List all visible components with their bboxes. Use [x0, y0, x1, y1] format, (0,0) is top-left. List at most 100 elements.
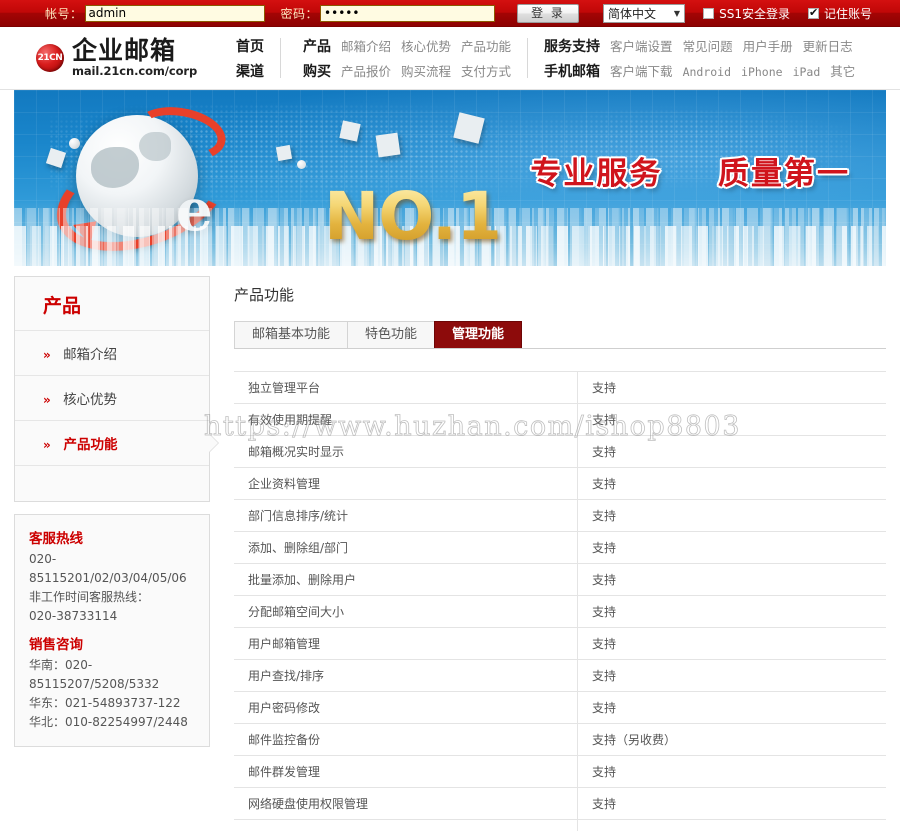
nav-link-payment[interactable]: 支付方式: [461, 61, 511, 80]
sphere-icon-3: [297, 160, 306, 169]
feature-value-cell: 支持: [592, 765, 617, 779]
banner-slogan-left: 专业服务: [530, 156, 663, 192]
nav-link-core-advantage[interactable]: 核心优势: [401, 36, 451, 55]
nav-link-faq[interactable]: 常见问题: [683, 36, 733, 55]
nav-group-support-mobile: 服务支持 客户端设置 常见问题 用户手册 更新日志 手机邮箱 客户端下载 And…: [544, 36, 855, 80]
page-title: 产品功能: [234, 286, 295, 304]
nav-row-buy: 购买 产品报价 购买流程 支付方式: [303, 61, 511, 80]
tab-special-features[interactable]: 特色功能: [347, 321, 436, 348]
contact-info-box: 客服热线 020-85115201/02/03/04/05/06 非工作时间客服…: [14, 514, 210, 747]
nav-head-mobile-mail[interactable]: 手机邮箱: [544, 61, 600, 81]
nav-link-client-download[interactable]: 客户端下载: [610, 61, 673, 80]
feature-value-cell: 支持: [592, 541, 617, 555]
sidebar: 产品 » 邮箱介绍 » 核心优势 » 产品功能 客服热线 020-8511520…: [14, 276, 218, 831]
nav-head-buy[interactable]: 购买: [303, 61, 331, 81]
sidebar-item-mailbox-intro[interactable]: » 邮箱介绍: [15, 330, 209, 375]
logo-domain: mail.21cn.com/corp: [72, 64, 198, 79]
feature-value-cell: 支持: [592, 381, 617, 395]
nav-item-channel[interactable]: 渠道: [236, 61, 264, 81]
nav-link-price[interactable]: 产品报价: [341, 61, 391, 80]
nav-link-ipad[interactable]: iPad: [793, 65, 821, 79]
sidebar-item-product-features[interactable]: » 产品功能: [15, 420, 218, 465]
feature-name-cell: 邮件群发管理: [234, 755, 578, 788]
table-row: 邮箱概况实时显示 支持: [234, 435, 886, 468]
remember-account-checkbox[interactable]: 记住账号: [807, 5, 872, 22]
nav-link-buy-process[interactable]: 购买流程: [401, 61, 451, 80]
feature-name-cell: 独立管理平台: [234, 371, 578, 404]
nav-link-iphone[interactable]: iPhone: [741, 65, 783, 79]
sidebar-item-core-advantage[interactable]: » 核心优势: [15, 375, 209, 420]
feature-name-cell: 网络硬盘使用权限管理: [234, 787, 578, 820]
nav-link-user-manual[interactable]: 用户手册: [743, 36, 793, 55]
nav-row-channel: 渠道: [236, 61, 264, 80]
nav-link-other[interactable]: 其它: [830, 61, 855, 80]
sidebar-item-label: 产品功能: [63, 437, 118, 453]
hotline-title: 客服热线: [29, 531, 83, 547]
feature-name-cell: 批量添加、删除用户: [234, 563, 578, 596]
feature-name-cell: 分配邮箱空间大小: [234, 595, 578, 628]
feature-name-cell: 企业资料管理: [234, 467, 578, 500]
login-options: SS1安全登录 记住账号: [703, 5, 890, 22]
nav-link-product-features[interactable]: 产品功能: [461, 36, 511, 55]
nav-divider-1: [280, 38, 281, 78]
table-row: 邮件群发管理 支持: [234, 755, 886, 788]
nav-divider-2: [527, 38, 529, 78]
sidebar-item-label: 核心优势: [63, 392, 118, 408]
feature-value-cell: 支持（另收费）: [592, 733, 677, 747]
banner-slogan: 专业服务 质量第一: [530, 148, 850, 193]
site-logo[interactable]: 21CN 企业邮箱 mail.21cn.com/corp: [36, 38, 236, 78]
nav-row-home: 首页: [236, 36, 264, 55]
table-row: 部门信息排序/统计 支持: [234, 499, 886, 532]
feature-value-cell: 支持: [592, 477, 617, 491]
table-row: 用户查找/排序 支持: [234, 659, 886, 692]
nav-link-android[interactable]: Android: [683, 65, 731, 79]
account-label: 帐号：: [45, 6, 83, 21]
nav-primary: 首页 渠道: [236, 36, 264, 80]
tab-management-features[interactable]: 管理功能: [434, 321, 523, 348]
feature-name-cell: 用户密码修改: [234, 691, 578, 724]
chevron-right-icon: »: [43, 438, 51, 452]
cube-icon-2: [275, 144, 293, 162]
feature-table: 独立管理平台 支持 有效使用期提醒 支持 邮箱概况实时显示 支持 企业资料管理 支持 部门信息排…: [234, 371, 886, 831]
table-row: 有效使用期提醒 支持: [234, 403, 886, 436]
nav-group-product-buy: 产品 邮箱介绍 核心优势 产品功能 购买 产品报价 购买流程 支付方式: [303, 36, 511, 80]
feature-tabs: 邮箱基本功能 特色功能 管理功能: [234, 321, 886, 349]
password-input[interactable]: [320, 4, 496, 22]
nav-head-support[interactable]: 服务支持: [544, 36, 600, 56]
feature-value-cell: 支持: [592, 669, 617, 683]
table-row: 网络硬盘使用权限管理 支持: [234, 787, 886, 820]
banner-slogan-right: 质量第一: [718, 156, 850, 192]
checkbox-icon: [703, 7, 715, 19]
table-row: 邮件监控备份 支持（另收费）: [234, 723, 886, 756]
site-header: 21CN 企业邮箱 mail.21cn.com/corp 首页 渠道 产品 邮箱…: [0, 27, 900, 90]
feature-name-cell: 添加、删除组/部门: [234, 531, 578, 564]
sales-text: 华南：020-85115207/5208/5332 华东：021-5489373…: [29, 658, 188, 729]
login-button[interactable]: 登 录: [517, 3, 580, 23]
table-row: 企业资料管理 支持: [234, 467, 886, 500]
nav-row-product: 产品 邮箱介绍 核心优势 产品功能: [303, 36, 511, 55]
nav-row-support: 服务支持 客户端设置 常见问题 用户手册 更新日志: [544, 36, 855, 55]
table-row: 添加、删除组/部门 支持: [234, 531, 886, 564]
tab-basic-features[interactable]: 邮箱基本功能: [234, 321, 349, 348]
login-bar: 帐号： 密码： 登 录 简体中文 ▼ SS1安全登录 记住账号: [0, 0, 900, 27]
feature-value-cell: 支持: [592, 797, 617, 811]
checkbox-checked-icon: [807, 6, 819, 19]
banner-no1-text: NO.1: [324, 178, 502, 255]
nav-link-changelog[interactable]: 更新日志: [803, 36, 853, 55]
account-input[interactable]: [84, 4, 265, 22]
feature-value-cell: 支持: [592, 509, 617, 523]
sidebar-filler: [15, 465, 209, 501]
cube-icon-4: [375, 132, 401, 158]
feature-name-cell: 用户邮箱管理: [234, 627, 578, 660]
ssl-login-label: SS1安全登录: [719, 6, 790, 21]
language-select[interactable]: 简体中文 ▼: [603, 3, 686, 23]
logo-text: 企业邮箱 mail.21cn.com/corp: [72, 38, 197, 78]
nav-link-mailbox-intro[interactable]: 邮箱介绍: [341, 36, 391, 55]
nav-head-product[interactable]: 产品: [303, 36, 331, 56]
sphere-icon-1: [69, 138, 80, 149]
sidebar-item-label: 邮箱介绍: [63, 347, 118, 363]
nav-item-home[interactable]: 首页: [236, 36, 264, 56]
hero-banner: e NO.1 专业服务 质量第一: [14, 90, 886, 266]
nav-link-client-settings[interactable]: 客户端设置: [610, 36, 673, 55]
ssl-login-checkbox[interactable]: SS1安全登录: [703, 5, 790, 22]
